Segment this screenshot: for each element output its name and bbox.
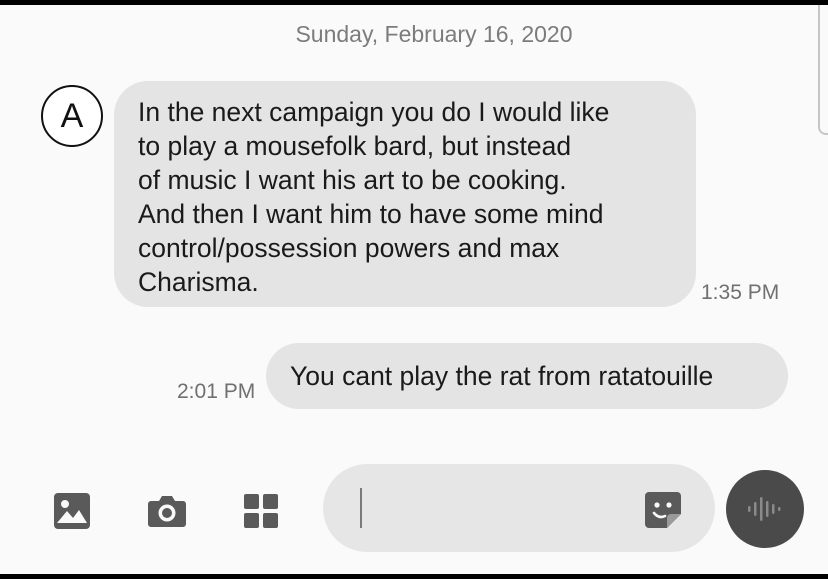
message-line: In the next campaign you do I would like bbox=[138, 97, 610, 127]
date-header: Sunday, February 16, 2020 bbox=[295, 21, 573, 47]
contact-avatar[interactable]: A bbox=[41, 85, 103, 147]
message-input-pill[interactable] bbox=[323, 464, 715, 552]
camera-icon[interactable] bbox=[144, 488, 190, 534]
avatar-letter: A bbox=[60, 96, 84, 135]
message-input[interactable] bbox=[368, 486, 632, 532]
message-line: of music I want his art to be cooking. bbox=[138, 165, 567, 195]
apps-grid-icon[interactable] bbox=[238, 488, 284, 534]
incoming-message-text: In the next campaign you do I would like… bbox=[138, 95, 672, 299]
message-line: Charisma. bbox=[138, 267, 259, 297]
outgoing-message-text: You cant play the rat from ratatouille bbox=[290, 360, 714, 391]
outgoing-message-time: 2:01 PM bbox=[177, 380, 256, 403]
voice-record-button[interactable] bbox=[726, 470, 804, 548]
message-line: And then I want him to have some mind bbox=[138, 199, 604, 229]
message-line: control/possession powers and max bbox=[138, 233, 560, 263]
image-gallery-icon[interactable] bbox=[49, 488, 95, 534]
incoming-message-bubble[interactable]: In the next campaign you do I would like… bbox=[114, 81, 696, 307]
voice-waveform-icon bbox=[748, 497, 781, 521]
incoming-message-time: 1:35 PM bbox=[701, 281, 780, 304]
message-line: to play a mousefolk bard, but instead bbox=[138, 131, 572, 161]
text-cursor bbox=[360, 488, 362, 528]
outgoing-message-bubble[interactable]: You cant play the rat from ratatouille bbox=[266, 343, 788, 409]
sticker-icon[interactable] bbox=[641, 488, 685, 532]
